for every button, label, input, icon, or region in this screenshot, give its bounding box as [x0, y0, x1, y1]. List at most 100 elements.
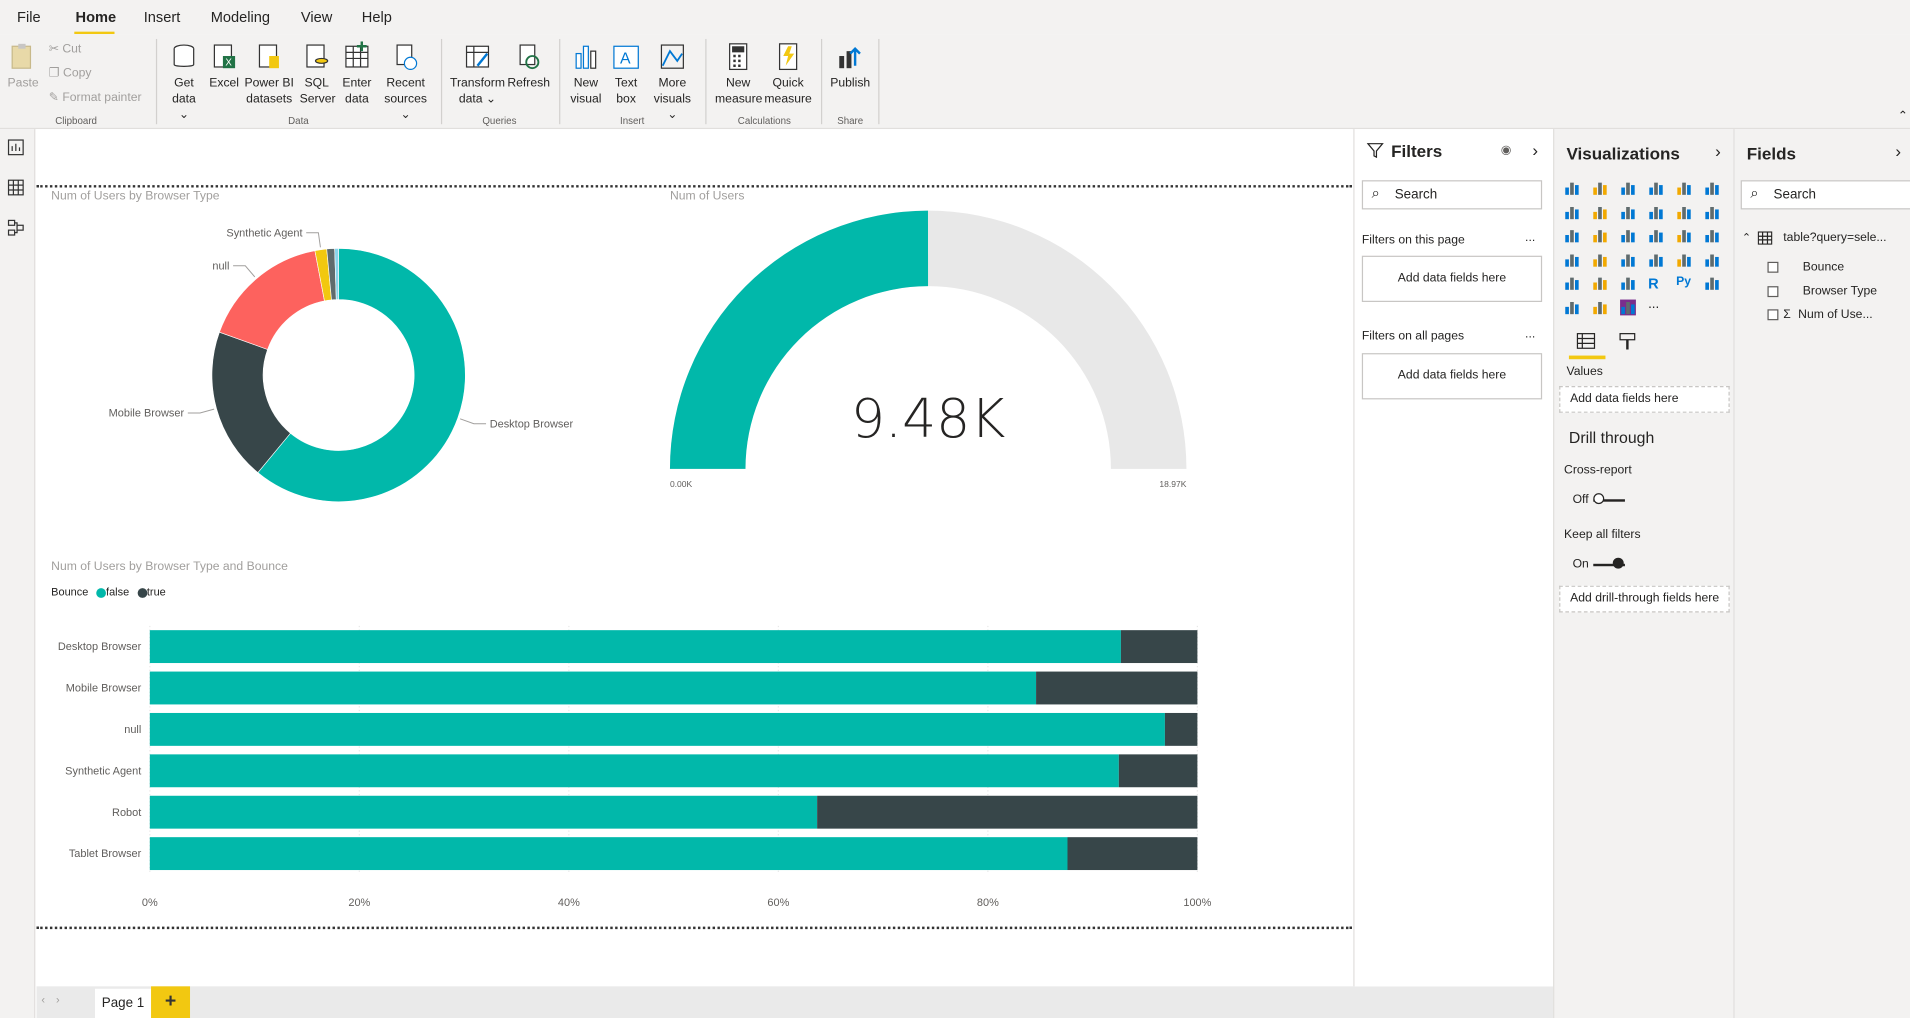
card-visual-icon[interactable]	[1648, 251, 1664, 267]
tab-file[interactable]: File	[17, 9, 41, 26]
donut-chart[interactable]: Desktop Browser Mobile Browser null Synthet…	[73, 207, 609, 536]
field-checkbox[interactable]	[1767, 285, 1779, 297]
powerbi-datasets-button[interactable]: Power BI datasets	[244, 41, 295, 107]
field-row[interactable]: Σ Num of Use...	[1767, 308, 1873, 321]
r-script-visual-icon[interactable]: R	[1648, 275, 1664, 292]
data-view-icon[interactable]	[7, 179, 24, 196]
bar-segment-false[interactable]	[149, 795, 818, 829]
gauge-visual-icon[interactable]	[1620, 251, 1636, 267]
paste-button[interactable]: Paste	[7, 41, 39, 91]
stacked-column-visual-icon[interactable]	[1592, 180, 1608, 196]
publish-button[interactable]: Publish	[828, 41, 872, 91]
bar-segment-false[interactable]	[149, 837, 1068, 871]
100-column-visual-icon[interactable]	[1704, 180, 1720, 196]
ribbon-visual-icon[interactable]	[1704, 204, 1720, 220]
smart-narrative-visual-icon[interactable]	[1620, 298, 1636, 315]
recent-sources-button[interactable]: Recent sources ⌄	[381, 41, 430, 123]
bar-segment-true[interactable]	[1118, 754, 1198, 788]
model-view-icon[interactable]	[7, 219, 24, 236]
more-options-icon[interactable]: ...	[1525, 231, 1535, 244]
field-checkbox[interactable]	[1767, 309, 1779, 321]
tab-insert[interactable]: Insert	[144, 9, 181, 26]
gauge-chart[interactable]: 9.48K 0.00K 18.97K	[658, 201, 1206, 499]
enter-data-button[interactable]: Enter data	[340, 41, 374, 107]
collapse-ribbon-icon[interactable]: ⌃	[1898, 110, 1908, 123]
line-column-visual-icon[interactable]	[1648, 204, 1664, 220]
collapse-fields-icon[interactable]: ›	[1895, 141, 1901, 160]
table-visual-icon[interactable]	[1592, 275, 1608, 291]
table-name[interactable]: table?query=sele...	[1783, 231, 1886, 244]
format-paint-roller-icon[interactable]	[1618, 331, 1637, 350]
more-options-icon[interactable]: ...	[1525, 328, 1535, 341]
qa-visual-icon[interactable]	[1592, 299, 1608, 315]
line-visual-icon[interactable]	[1564, 204, 1580, 220]
new-visual-button[interactable]: New visual	[568, 41, 605, 107]
text-box-button[interactable]: A Text box	[610, 41, 642, 107]
report-view-icon[interactable]	[7, 139, 24, 156]
bar-segment-false[interactable]	[149, 754, 1119, 788]
tab-home[interactable]: Home	[76, 9, 117, 26]
tab-help[interactable]: Help	[362, 9, 392, 26]
prev-page-icon[interactable]: ‹	[41, 994, 45, 1006]
waterfall-visual-icon[interactable]	[1564, 228, 1580, 244]
line-column2-visual-icon[interactable]	[1676, 204, 1692, 220]
drill-through-dropzone[interactable]: Add drill-through fields here	[1559, 585, 1730, 613]
sql-server-button[interactable]: SQL Server	[300, 41, 336, 107]
bar-segment-true[interactable]	[1036, 671, 1198, 705]
field-checkbox[interactable]	[1767, 261, 1779, 273]
bar-segment-true[interactable]	[817, 795, 1198, 829]
treemap-visual-icon[interactable]	[1704, 228, 1720, 244]
decomposition-visual-icon[interactable]	[1564, 299, 1580, 315]
pie-visual-icon[interactable]	[1648, 228, 1664, 244]
bar-segment-true[interactable]	[1067, 837, 1198, 871]
quick-measure-button[interactable]: Quick measure	[764, 41, 813, 107]
fields-well-icon[interactable]	[1576, 331, 1596, 350]
bar-segment-false[interactable]	[149, 712, 1165, 746]
new-measure-button[interactable]: New measure	[715, 41, 762, 107]
collapse-viz-icon[interactable]: ›	[1715, 141, 1721, 160]
get-data-button[interactable]: Get data ⌄	[166, 41, 203, 123]
python-visual-icon[interactable]: Py	[1676, 275, 1692, 291]
bar-segment-false[interactable]	[149, 671, 1037, 705]
chevron-up-icon[interactable]: ⌃	[1742, 231, 1751, 244]
field-row[interactable]: Browser Type	[1767, 285, 1877, 298]
excel-button[interactable]: X Excel	[208, 41, 240, 91]
stacked-bar-visual-icon[interactable]	[1564, 180, 1580, 196]
bar-segment-true[interactable]	[1164, 712, 1198, 746]
matrix-visual-icon[interactable]	[1620, 275, 1636, 291]
stacked-bar-chart[interactable]: 0% 20% 40% 60% 80% 100% Desktop Browser Mobile …	[37, 609, 1255, 920]
clustered-column-visual-icon[interactable]	[1648, 180, 1664, 196]
tab-view[interactable]: View	[301, 9, 332, 26]
scatter-visual-icon[interactable]	[1620, 228, 1636, 244]
tab-modeling[interactable]: Modeling	[211, 9, 270, 26]
transform-data-button[interactable]: Transform data ⌄	[449, 41, 505, 107]
filters-all-dropzone[interactable]: Add data fields here	[1361, 353, 1543, 400]
eye-icon[interactable]: ◉	[1501, 144, 1512, 157]
key-influencers-visual-icon[interactable]	[1704, 275, 1720, 291]
funnel-visual-icon[interactable]	[1592, 228, 1608, 244]
cut-button[interactable]: ✂ Cut	[49, 43, 82, 56]
add-page-button[interactable]: +	[151, 986, 191, 1018]
fields-search-input[interactable]: Search	[1740, 180, 1910, 210]
bar-segment-false[interactable]	[149, 630, 1121, 664]
cross-report-toggle-knob[interactable]	[1593, 493, 1605, 505]
field-row[interactable]: Bounce	[1767, 261, 1844, 274]
map-visual-icon[interactable]	[1564, 251, 1580, 267]
stacked-area-visual-icon[interactable]	[1620, 204, 1636, 220]
filled-map-visual-icon[interactable]	[1592, 251, 1608, 267]
multi-card-visual-icon[interactable]	[1676, 251, 1692, 267]
collapse-filters-icon[interactable]: ›	[1532, 140, 1538, 159]
copy-button[interactable]: ❐ Copy	[49, 67, 92, 80]
kpi-visual-icon[interactable]	[1704, 251, 1720, 267]
clustered-bar-visual-icon[interactable]	[1620, 180, 1636, 196]
area-visual-icon[interactable]	[1592, 204, 1608, 220]
filters-search-input[interactable]: Search	[1361, 180, 1543, 210]
refresh-button[interactable]: Refresh	[507, 41, 551, 91]
keep-filters-toggle-knob[interactable]	[1612, 557, 1624, 569]
page-tab-1[interactable]: Page 1	[95, 988, 152, 1018]
more-visuals-button[interactable]: More visuals ⌄	[648, 41, 697, 123]
next-page-icon[interactable]: ›	[56, 994, 60, 1006]
100-bar-visual-icon[interactable]	[1676, 180, 1692, 196]
bar-segment-true[interactable]	[1120, 630, 1198, 664]
filters-page-dropzone[interactable]: Add data fields here	[1361, 255, 1543, 302]
